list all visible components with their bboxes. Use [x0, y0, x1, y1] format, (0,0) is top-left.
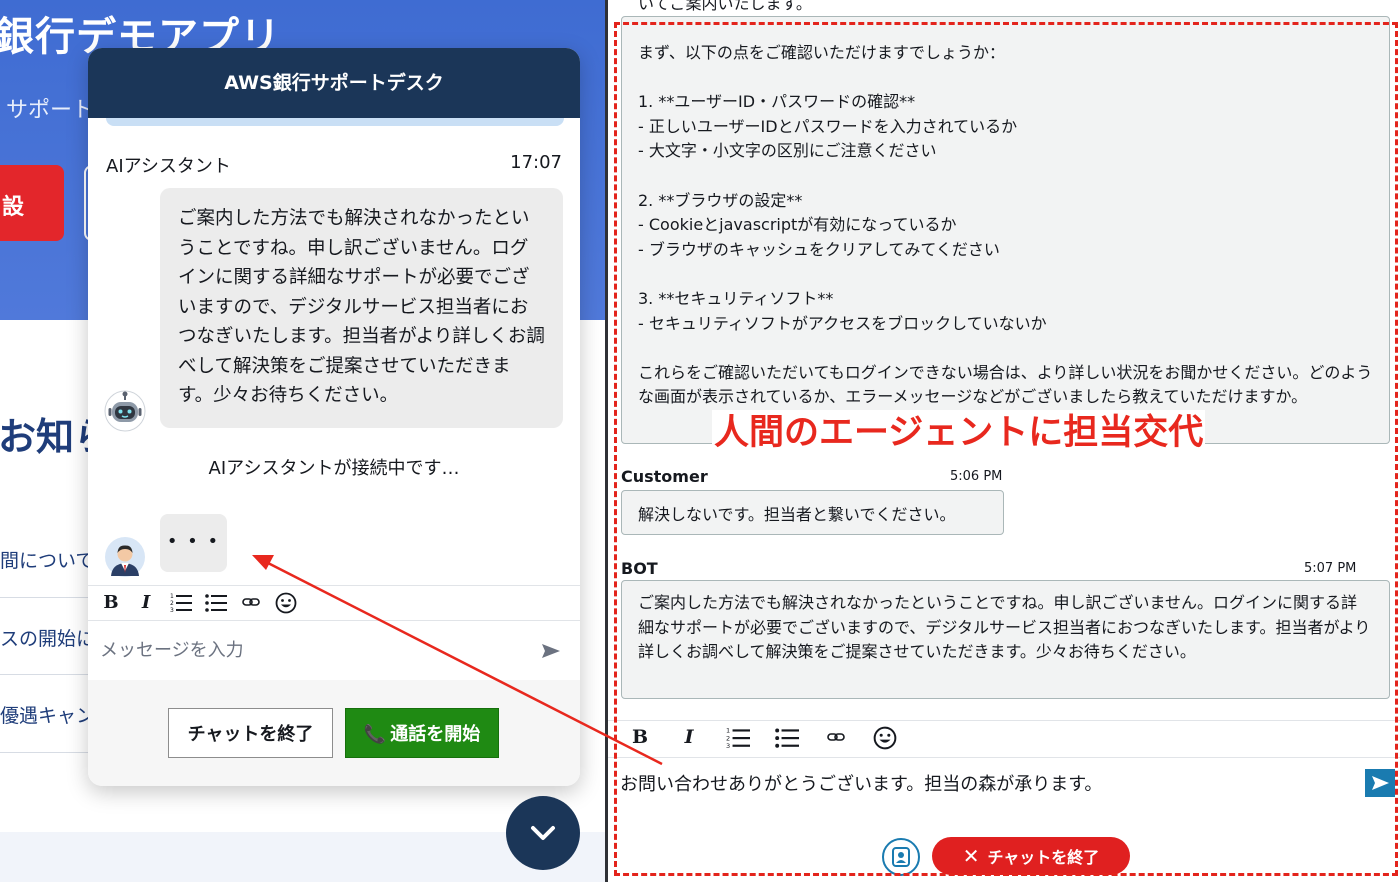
agent-message-input[interactable]: お問い合わせありがとうございます。担当の森が承ります。 — [620, 770, 1360, 796]
typing-indicator: • • • — [160, 514, 227, 572]
bold-icon[interactable]: B — [96, 592, 126, 616]
bot-guidance-message: まず、以下の点をご確認いただけますでしょうか： 1. **ユーザーID・パスワー… — [621, 16, 1390, 444]
start-call-button[interactable]: 📞 通話を開始 — [345, 708, 499, 758]
end-chat-button[interactable]: チャットを終了 — [168, 708, 333, 758]
bot-time: 5:07 PM — [1304, 561, 1357, 576]
format-toolbar: B I 123 — [88, 585, 580, 621]
bullet-list-icon[interactable] — [765, 726, 809, 750]
svg-text:2: 2 — [170, 600, 174, 607]
notice-link-1[interactable]: 間について — [0, 546, 94, 573]
message-input[interactable] — [100, 636, 520, 664]
message-sender: AIアシスタント — [106, 156, 231, 177]
divider — [0, 752, 100, 753]
previous-message-bubble — [106, 118, 564, 126]
notice-link-2[interactable]: スの開始に — [0, 624, 95, 651]
message-time: 17:07 — [510, 152, 562, 173]
customer-sender: Customer — [621, 467, 708, 486]
send-icon[interactable] — [540, 640, 562, 662]
divider — [0, 597, 100, 598]
open-account-label: 設 — [2, 195, 25, 220]
emoji-icon[interactable] — [271, 592, 301, 616]
agent-end-chat-label: チャットを終了 — [987, 848, 1100, 867]
customer-message-bubble: 解決しないです。担当者と繋いでください。 — [621, 490, 1004, 535]
agent-end-chat-button[interactable]: ✕ チャットを終了 — [932, 837, 1130, 875]
numbered-list-icon[interactable]: 123 — [716, 726, 760, 750]
agent-send-button[interactable] — [1365, 769, 1395, 797]
chat-header-title: AWS銀行サポートデスク — [88, 48, 580, 118]
hero-subtitle: サポート — [6, 98, 95, 123]
message-input-row — [88, 622, 580, 680]
numbered-list-icon[interactable]: 123 — [166, 592, 196, 616]
svg-text:3: 3 — [170, 607, 174, 612]
close-icon: ✕ — [962, 844, 980, 868]
collapse-widget-button[interactable] — [506, 796, 580, 870]
agent-avatar-icon — [105, 537, 145, 577]
divider — [0, 674, 100, 675]
chat-actions: チャットを終了 📞 通話を開始 — [88, 680, 580, 786]
start-call-label: 通話を開始 — [390, 724, 481, 745]
link-icon[interactable] — [814, 726, 858, 750]
link-icon[interactable] — [236, 592, 266, 616]
customer-time: 5:06 PM — [950, 469, 1003, 484]
svg-text:3: 3 — [726, 742, 730, 748]
agent-footer: ✕ チャットを終了 — [608, 818, 1400, 882]
italic-icon[interactable]: I — [131, 592, 161, 616]
chevron-down-icon — [531, 826, 555, 840]
emoji-icon[interactable] — [863, 726, 907, 750]
previous-message-text: いてご案内いたします。 — [638, 0, 812, 13]
bullet-list-icon[interactable] — [201, 592, 231, 616]
bot-message-bubble: ご案内した方法でも解決されなかったということですね。申し訳ございません。ログイン… — [160, 188, 563, 428]
send-icon — [1372, 776, 1389, 790]
agent-format-toolbar: B I 123 — [608, 720, 1400, 758]
phone-icon: 📞 — [363, 724, 387, 745]
bot-message-bubble-agent: ご案内した方法でも解決されなかったということですね。申し訳ございません。ログイン… — [621, 580, 1390, 699]
bot-sender: BOT — [621, 559, 658, 578]
svg-text:1: 1 — [170, 593, 174, 600]
message-meta: AIアシスタント 17:07 — [106, 152, 562, 178]
contact-card-icon[interactable] — [882, 838, 920, 876]
connecting-status: AIアシスタントが接続中です… — [208, 458, 460, 479]
open-account-button[interactable]: 設 — [0, 165, 64, 241]
bold-icon[interactable]: B — [618, 726, 662, 750]
robot-avatar-icon — [104, 390, 146, 432]
italic-icon[interactable]: I — [667, 726, 711, 750]
chat-widget: AWS銀行サポートデスク AIアシスタント 17:07 ご案内した方法でも解決さ… — [88, 48, 580, 786]
notice-link-3[interactable]: 優遇キャン — [0, 701, 95, 728]
annotation-label: 人間のエージェントに担当交代 — [712, 410, 1206, 456]
